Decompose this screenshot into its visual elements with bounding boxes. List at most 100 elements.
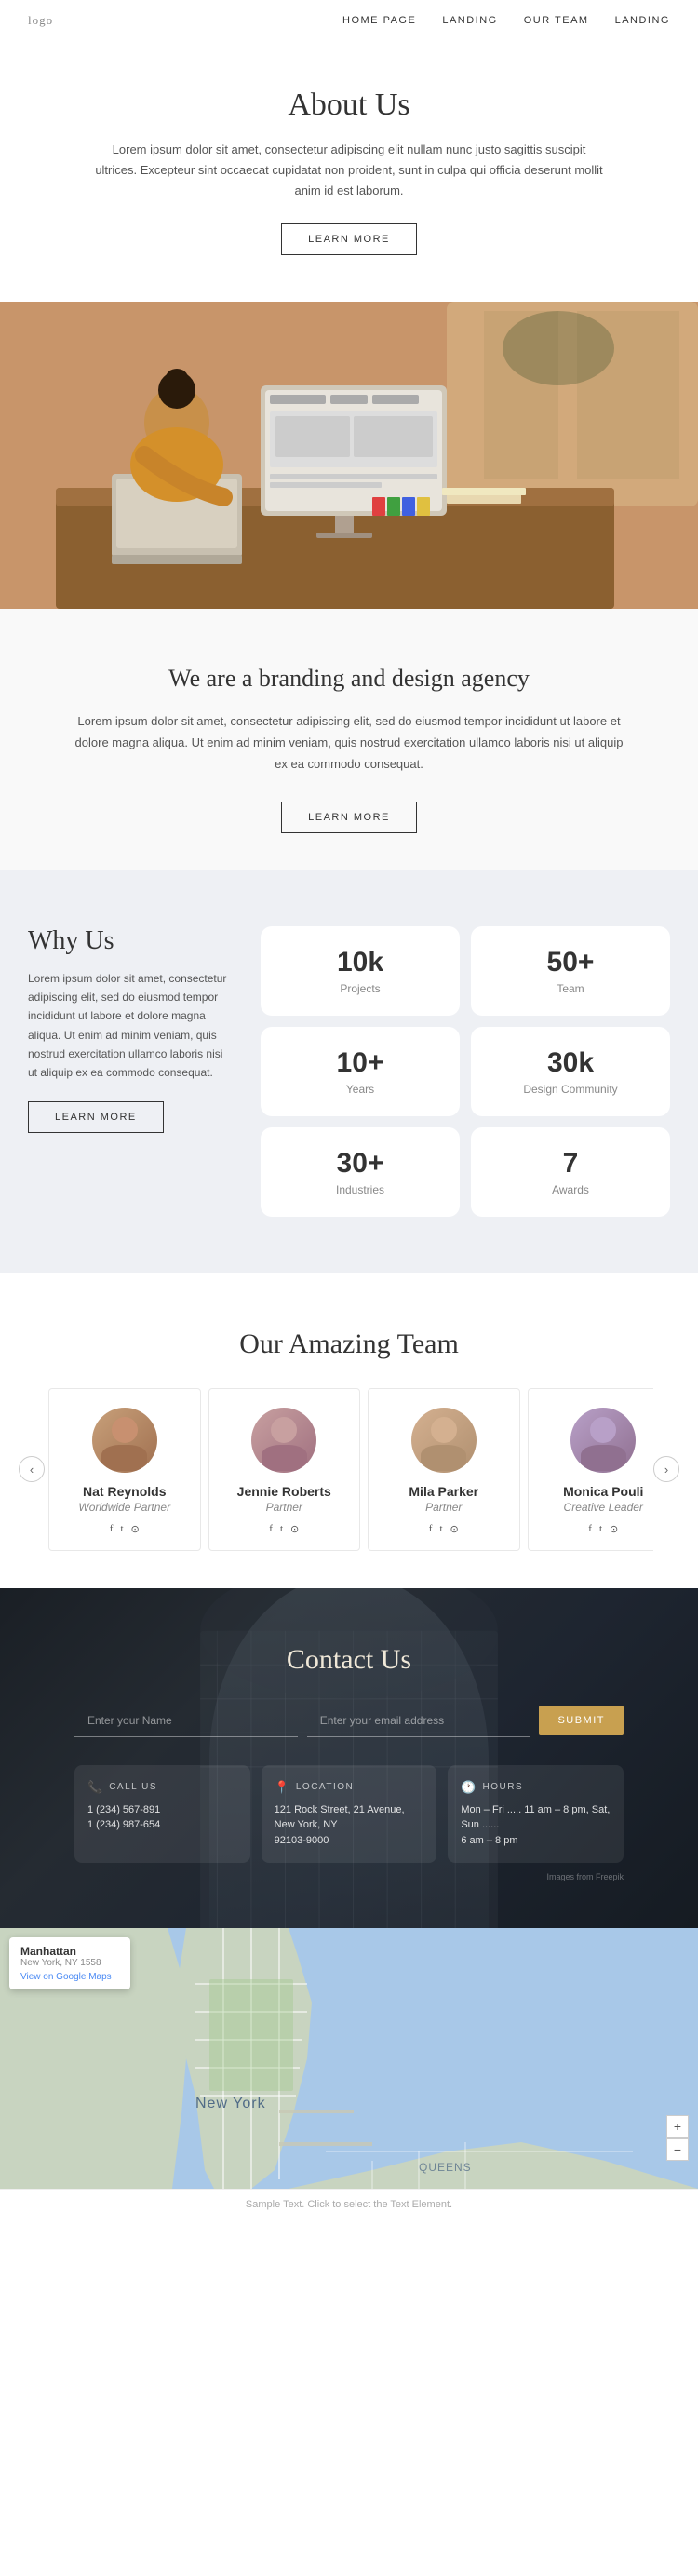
why-us-cta-button[interactable]: LEARN MORE bbox=[28, 1101, 164, 1133]
map-info-box: Manhattan New York, NY 1558 View on Goog… bbox=[9, 1937, 130, 1989]
member-role-0: Worldwide Partner bbox=[59, 1501, 191, 1514]
info-title-1: LOCATION bbox=[296, 1782, 354, 1792]
info-icon-2: 🕐 bbox=[461, 1780, 476, 1795]
contact-info-row: 📞 CALL US 1 (234) 567-8911 (234) 987-654… bbox=[74, 1765, 624, 1864]
about-title: About Us bbox=[93, 88, 605, 123]
social-fb-1[interactable]: f bbox=[269, 1523, 273, 1535]
stat-number-3: 30k bbox=[490, 1047, 651, 1079]
hero-image bbox=[0, 302, 698, 609]
logo: logo bbox=[28, 13, 53, 28]
social-tw-2[interactable]: t bbox=[439, 1523, 442, 1535]
contact-email-input[interactable] bbox=[307, 1704, 530, 1737]
nav-links: HOME PAGE LANDING OUR TEAM LANDING bbox=[342, 15, 670, 26]
team-avatar-3 bbox=[570, 1408, 636, 1473]
member-role-3: Creative Leader bbox=[538, 1501, 654, 1514]
team-carousel: ‹ Nat Reynolds Worldwide Partner f t ⊙ bbox=[19, 1388, 679, 1551]
social-icons-0: f t ⊙ bbox=[59, 1523, 191, 1535]
info-text-0: 1 (234) 567-8911 (234) 987-654 bbox=[87, 1802, 237, 1833]
stat-number-0: 10k bbox=[279, 947, 441, 978]
team-card-0: Nat Reynolds Worldwide Partner f t ⊙ bbox=[48, 1388, 201, 1551]
about-section: About Us Lorem ipsum dolor sit amet, con… bbox=[0, 41, 698, 283]
stat-number-4: 30+ bbox=[279, 1148, 441, 1180]
map-zoom-controls: + − bbox=[666, 2115, 689, 2161]
info-text-2: Mon – Fri ..... 11 am – 8 pm, Sat, Sun .… bbox=[461, 1802, 611, 1849]
about-cta-button[interactable]: LEARN MORE bbox=[281, 223, 417, 255]
branding-title: We are a branding and design agency bbox=[74, 665, 624, 693]
map-city: Manhattan bbox=[20, 1945, 119, 1958]
map-section: Manhattan New York, NY 1558 View on Goog… bbox=[0, 1928, 698, 2189]
social-icons-3: f t ⊙ bbox=[538, 1523, 654, 1535]
info-card-header-1: 📍 LOCATION bbox=[275, 1780, 424, 1795]
contact-name-input[interactable] bbox=[74, 1704, 298, 1737]
stat-number-1: 50+ bbox=[490, 947, 651, 978]
team-section: Our Amazing Team ‹ Nat Reynolds Worldwid… bbox=[0, 1273, 698, 1588]
social-tw-0[interactable]: t bbox=[120, 1523, 123, 1535]
info-card-0: 📞 CALL US 1 (234) 567-8911 (234) 987-654 bbox=[74, 1765, 250, 1864]
stat-label-0: Projects bbox=[279, 982, 441, 995]
stat-label-1: Team bbox=[490, 982, 651, 995]
social-ig-1[interactable]: ⊙ bbox=[290, 1523, 299, 1535]
info-card-header-0: 📞 CALL US bbox=[87, 1780, 237, 1795]
navigation: logo HOME PAGE LANDING OUR TEAM LANDING bbox=[0, 0, 698, 41]
social-tw-1[interactable]: t bbox=[280, 1523, 283, 1535]
why-us-section: Why Us Lorem ipsum dolor sit amet, conse… bbox=[0, 870, 698, 1273]
nav-landing-1[interactable]: LANDING bbox=[442, 15, 497, 26]
stats-grid: 10k Projects 50+ Team 10+ Years 30k Desi… bbox=[261, 926, 670, 1217]
info-icon-0: 📞 bbox=[87, 1780, 102, 1795]
stat-number-5: 7 bbox=[490, 1148, 651, 1180]
social-ig-0[interactable]: ⊙ bbox=[131, 1523, 140, 1535]
why-us-left: Why Us Lorem ipsum dolor sit amet, conse… bbox=[28, 926, 233, 1133]
stat-number-2: 10+ bbox=[279, 1047, 441, 1079]
nav-our-team[interactable]: OUR TEAM bbox=[524, 15, 589, 26]
image-credit: Images from Freepik bbox=[74, 1872, 624, 1881]
stat-card-4: 30+ Industries bbox=[261, 1127, 460, 1217]
social-fb-0[interactable]: f bbox=[110, 1523, 114, 1535]
map-zoom-out-button[interactable]: − bbox=[666, 2138, 689, 2161]
member-name-3: Monica Pouli bbox=[538, 1484, 654, 1499]
member-name-0: Nat Reynolds bbox=[59, 1484, 191, 1499]
stat-card-0: 10k Projects bbox=[261, 926, 460, 1016]
stat-card-3: 30k Design Community bbox=[471, 1027, 670, 1116]
about-body: Lorem ipsum dolor sit amet, consectetur … bbox=[93, 140, 605, 201]
map-center-label: New York bbox=[195, 2096, 266, 2112]
branding-cta-button[interactable]: LEARN MORE bbox=[281, 802, 417, 833]
social-ig-3[interactable]: ⊙ bbox=[610, 1523, 618, 1535]
social-fb-2[interactable]: f bbox=[429, 1523, 433, 1535]
contact-title: Contact Us bbox=[74, 1644, 624, 1676]
member-name-2: Mila Parker bbox=[378, 1484, 510, 1499]
carousel-prev-button[interactable]: ‹ bbox=[19, 1456, 45, 1482]
team-avatar-2 bbox=[411, 1408, 477, 1473]
map-zoom-in-button[interactable]: + bbox=[666, 2115, 689, 2138]
social-icons-1: f t ⊙ bbox=[219, 1523, 351, 1535]
info-text-1: 121 Rock Street, 21 Avenue, New York, NY… bbox=[275, 1802, 424, 1849]
stat-card-1: 50+ Team bbox=[471, 926, 670, 1016]
info-card-2: 🕐 HOURS Mon – Fri ..... 11 am – 8 pm, Sa… bbox=[448, 1765, 624, 1864]
stat-card-5: 7 Awards bbox=[471, 1127, 670, 1217]
team-title: Our Amazing Team bbox=[19, 1328, 679, 1360]
why-us-title: Why Us bbox=[28, 926, 233, 956]
social-fb-3[interactable]: f bbox=[588, 1523, 592, 1535]
social-tw-3[interactable]: t bbox=[599, 1523, 602, 1535]
team-cards: Nat Reynolds Worldwide Partner f t ⊙ Jen… bbox=[45, 1388, 653, 1551]
branding-section: We are a branding and design agency Lore… bbox=[0, 609, 698, 870]
social-ig-2[interactable]: ⊙ bbox=[450, 1523, 459, 1535]
nav-landing-2[interactable]: LANDING bbox=[615, 15, 670, 26]
map-view-link[interactable]: View on Google Maps bbox=[20, 1972, 119, 1982]
contact-section: Contact Us SUBMIT 📞 CALL US 1 (234) 567-… bbox=[0, 1588, 698, 1929]
map-queens-label: QUEENS bbox=[419, 2161, 472, 2174]
contact-submit-button[interactable]: SUBMIT bbox=[539, 1706, 624, 1735]
sample-footer: Sample Text. Click to select the Text El… bbox=[0, 2189, 698, 2219]
nav-home[interactable]: HOME PAGE bbox=[342, 15, 416, 26]
stat-label-4: Industries bbox=[279, 1183, 441, 1196]
branding-body: Lorem ipsum dolor sit amet, consectetur … bbox=[74, 711, 624, 775]
contact-form: SUBMIT bbox=[74, 1704, 624, 1737]
why-us-body: Lorem ipsum dolor sit amet, consectetur … bbox=[28, 969, 233, 1083]
carousel-next-button[interactable]: › bbox=[653, 1456, 679, 1482]
team-card-1: Jennie Roberts Partner f t ⊙ bbox=[208, 1388, 361, 1551]
map-state: New York, NY 1558 bbox=[20, 1958, 119, 1968]
team-avatar-1 bbox=[251, 1408, 316, 1473]
info-title-2: HOURS bbox=[483, 1782, 524, 1792]
info-icon-1: 📍 bbox=[275, 1780, 289, 1795]
stat-label-3: Design Community bbox=[490, 1083, 651, 1096]
footer-sample-text[interactable]: Sample Text. Click to select the Text El… bbox=[246, 2199, 452, 2210]
